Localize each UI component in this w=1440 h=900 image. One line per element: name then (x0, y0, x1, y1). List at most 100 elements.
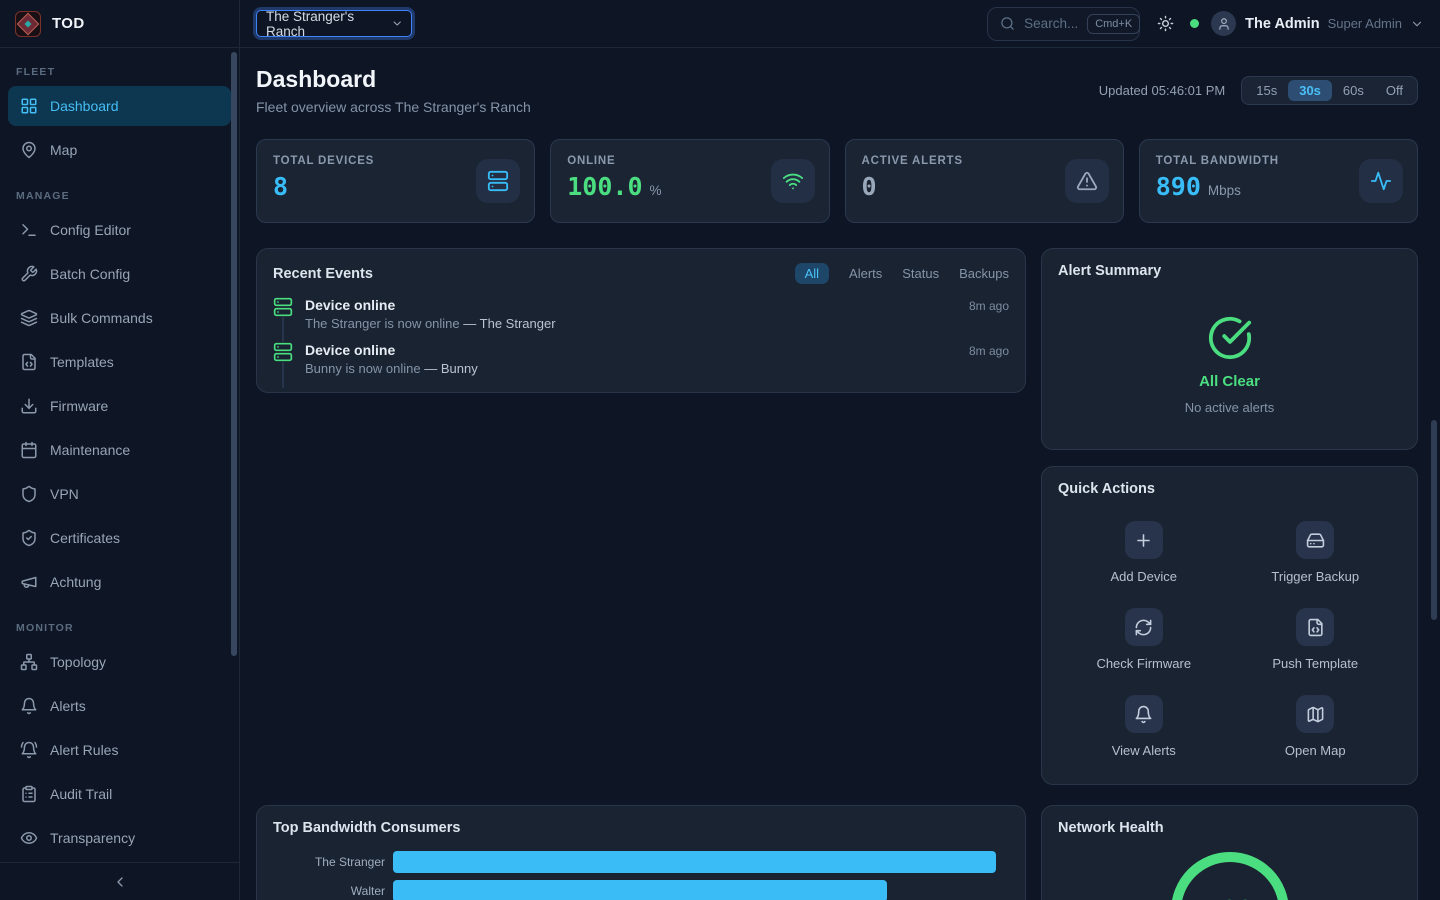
stat-card-active-alerts: ACTIVE ALERTS 0 (845, 139, 1124, 223)
updated-timestamp: Updated 05:46:01 PM (1099, 83, 1225, 98)
quick-action-label: Push Template (1272, 656, 1358, 671)
alert-summary-panel: Alert Summary All Clear No active alerts (1041, 248, 1418, 450)
search-input[interactable]: Search... Cmd+K (987, 7, 1140, 41)
bar-track (393, 851, 996, 873)
sidebar-collapse-button[interactable] (0, 862, 239, 900)
refresh-option-off[interactable]: Off (1375, 80, 1414, 101)
bar-label: The Stranger (273, 855, 385, 869)
calendar-icon (20, 441, 38, 459)
check-firmware-button[interactable]: Check Firmware (1096, 608, 1191, 671)
chevron-down-icon (391, 17, 403, 30)
chevron-left-icon (112, 874, 128, 890)
sidebar-item-label: VPN (50, 486, 79, 502)
sidebar-item-topology[interactable]: Topology (8, 642, 231, 682)
sidebar-item-alerts[interactable]: Alerts (8, 686, 231, 726)
refresh-controls: Updated 05:46:01 PM 15s 30s 60s Off (1099, 76, 1418, 105)
stat-value: 100.0 (567, 174, 642, 199)
stat-icon-chip (1065, 159, 1109, 203)
quick-actions-title: Quick Actions (1058, 481, 1401, 497)
trigger-backup-button[interactable]: Trigger Backup (1271, 521, 1359, 584)
main-scrollbar-thumb[interactable] (1431, 420, 1437, 620)
quick-actions-grid: Add Device Trigger Backup (1058, 521, 1401, 758)
sidebar-item-firmware[interactable]: Firmware (8, 386, 231, 426)
event-time: 8m ago (969, 299, 1009, 313)
hard-drive-icon (1296, 521, 1334, 559)
stat-card-total-bandwidth: TOTAL BANDWIDTH 890 Mbps (1139, 139, 1418, 223)
refresh-option-60s[interactable]: 60s (1332, 80, 1375, 101)
sidebar-item-certificates[interactable]: Certificates (8, 518, 231, 558)
sidebar-item-label: Map (50, 142, 77, 158)
bandwidth-chart-panel: Top Bandwidth Consumers The Stranger Wal… (256, 805, 1026, 900)
nav-section-manage: MANAGE (16, 190, 223, 202)
page-title: Dashboard (256, 66, 531, 93)
sidebar-item-maintenance[interactable]: Maintenance (8, 430, 231, 470)
brand-name: TOD (52, 15, 85, 32)
search-shortcut-badge: Cmd+K (1087, 14, 1140, 34)
bell-ring-icon (20, 741, 38, 759)
sidebar-item-label: Audit Trail (50, 786, 112, 802)
sidebar-item-bulk-commands[interactable]: Bulk Commands (8, 298, 231, 338)
filter-status[interactable]: Status (902, 266, 939, 281)
bell-icon (20, 697, 38, 715)
stat-card-total-devices: TOTAL DEVICES 8 (256, 139, 535, 223)
sidebar-item-batch-config[interactable]: Batch Config (8, 254, 231, 294)
page-header: Dashboard Fleet overview across The Stra… (256, 64, 1418, 115)
main-area: The Stranger's Ranch Search... Cmd+K (240, 0, 1440, 900)
stat-value: 0 (862, 174, 877, 199)
sidebar-item-dashboard[interactable]: Dashboard (8, 86, 231, 126)
user-icon (1217, 17, 1231, 31)
sidebar-item-audit-trail[interactable]: Audit Trail (8, 774, 231, 814)
alert-summary-body: All Clear No active alerts (1058, 315, 1401, 415)
alert-triangle-icon (1076, 170, 1098, 192)
refresh-option-15s[interactable]: 15s (1245, 80, 1288, 101)
filter-backups[interactable]: Backups (959, 266, 1009, 281)
health-gauge-value: 100 (1206, 896, 1253, 900)
sidebar-item-label: Alert Rules (50, 742, 118, 758)
stat-icon-chip (1359, 159, 1403, 203)
sidebar-item-label: Dashboard (50, 98, 119, 114)
site-selector[interactable]: The Stranger's Ranch (256, 10, 412, 37)
chevron-down-icon (1410, 17, 1424, 31)
map-icon (1296, 695, 1334, 733)
avatar (1211, 11, 1236, 36)
event-body: Device online 8m ago Bunny is now online… (305, 342, 1009, 376)
quick-action-label: Check Firmware (1096, 656, 1191, 671)
shield-check-icon (20, 529, 38, 547)
alert-detail-text: No active alerts (1185, 400, 1275, 415)
sidebar-item-map[interactable]: Map (8, 130, 231, 170)
sidebar-item-alert-rules[interactable]: Alert Rules (8, 730, 231, 770)
open-map-button[interactable]: Open Map (1285, 695, 1346, 758)
filter-alerts[interactable]: Alerts (849, 266, 882, 281)
dashboard-columns: Recent Events All Alerts Status Backups (256, 248, 1418, 900)
sidebar-item-vpn[interactable]: VPN (8, 474, 231, 514)
view-alerts-button[interactable]: View Alerts (1112, 695, 1176, 758)
sidebar-item-config-editor[interactable]: Config Editor (8, 210, 231, 250)
stat-unit: % (650, 183, 662, 198)
sidebar-item-label: Templates (50, 354, 114, 370)
sidebar-item-transparency[interactable]: Transparency (8, 818, 231, 858)
bandwidth-bar (393, 880, 887, 900)
shield-icon (20, 485, 38, 503)
add-device-button[interactable]: Add Device (1111, 521, 1177, 584)
check-circle-icon (1207, 315, 1253, 361)
server-icon (487, 170, 509, 192)
sidebar-item-templates[interactable]: Templates (8, 342, 231, 382)
page-subtitle: Fleet overview across The Stranger's Ran… (256, 99, 531, 115)
sidebar-scrollbar-thumb[interactable] (231, 52, 237, 656)
refresh-option-30s[interactable]: 30s (1288, 80, 1332, 101)
push-template-button[interactable]: Push Template (1272, 608, 1358, 671)
search-icon (1000, 16, 1015, 31)
activity-icon (1370, 170, 1392, 192)
left-column: Recent Events All Alerts Status Backups (256, 248, 1026, 900)
network-health-title: Network Health (1058, 820, 1401, 836)
stat-value: 890 (1156, 174, 1201, 199)
theme-toggle-button[interactable] (1157, 15, 1174, 32)
quick-action-label: Add Device (1111, 569, 1177, 584)
right-column: Alert Summary All Clear No active alerts… (1041, 248, 1418, 900)
sidebar-item-achtung[interactable]: Achtung (8, 562, 231, 602)
user-menu[interactable]: The Admin Super Admin (1211, 11, 1424, 36)
clipboard-list-icon (20, 785, 38, 803)
eye-icon (20, 829, 38, 847)
event-row: Device online 8m ago Bunny is now online… (273, 342, 1009, 376)
filter-all[interactable]: All (795, 263, 829, 284)
